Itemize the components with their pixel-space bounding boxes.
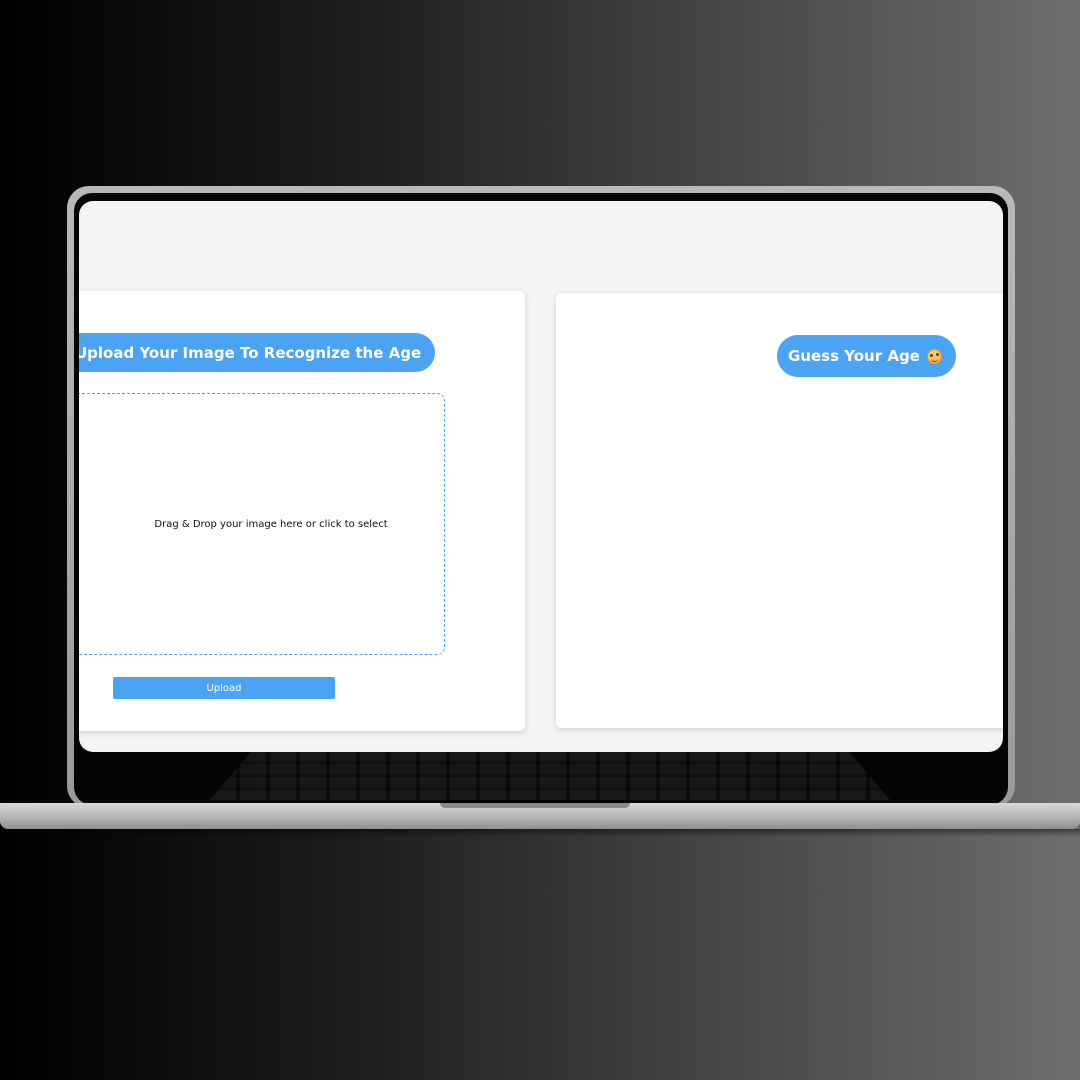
keyboard-reflection	[210, 752, 890, 800]
dropzone-text: Drag & Drop your image here or click to …	[154, 518, 388, 530]
smiling-face-icon	[926, 348, 942, 364]
laptop-base-shadow	[0, 829, 1080, 837]
upload-title-text: Upload Your Image To Recognize the Age	[79, 343, 422, 362]
laptop-screen: Upload Your Image To Recognize the Age D…	[79, 201, 1003, 752]
guess-age-title: Guess Your Age	[777, 335, 956, 377]
image-dropzone[interactable]: Drag & Drop your image here or click to …	[79, 393, 445, 655]
upload-button[interactable]: Upload	[113, 677, 335, 699]
upload-title: Upload Your Image To Recognize the Age	[79, 333, 435, 372]
laptop-base-notch	[440, 803, 630, 808]
guess-age-text: Guess Your Age	[788, 347, 920, 365]
